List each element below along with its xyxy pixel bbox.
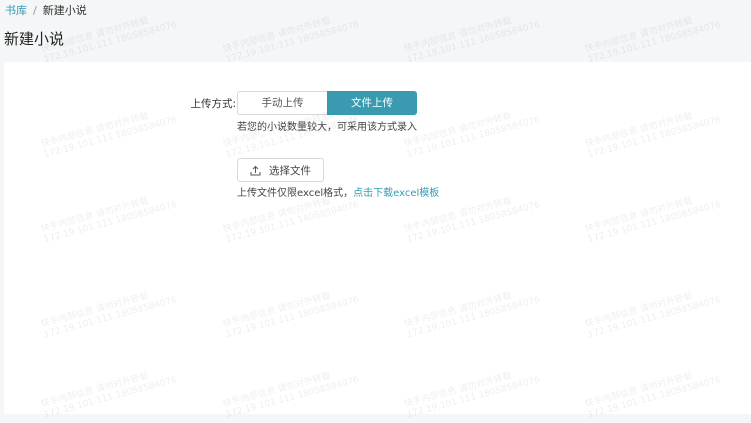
upload-icon bbox=[250, 165, 261, 176]
page-header: 书库 / 新建小说 新建小说 bbox=[0, 0, 751, 62]
main-content: 上传方式: 手动上传 文件上传 若您的小说数量较大，可采用该方式录入 选择文件 … bbox=[4, 62, 751, 414]
page-title: 新建小说 bbox=[4, 30, 65, 48]
file-format-hint-text: 上传文件仅限excel格式， bbox=[237, 188, 354, 199]
upload-hint: 若您的小说数量较大，可采用该方式录入 bbox=[237, 122, 417, 133]
upload-method-toggle: 手动上传 文件上传 bbox=[237, 91, 417, 115]
page: 书库 / 新建小说 新建小说 上传方式: 手动上传 文件上传 若您的小说数量较大，可… bbox=[0, 0, 751, 423]
choose-file-label: 选择文件 bbox=[269, 164, 311, 177]
breadcrumb-library-link[interactable]: 书库 bbox=[5, 4, 27, 17]
file-upload-button[interactable]: 文件上传 bbox=[327, 91, 417, 115]
breadcrumb-separator: / bbox=[33, 4, 37, 17]
download-template-link[interactable]: 点击下载excel模板 bbox=[353, 188, 439, 199]
breadcrumb-current: 新建小说 bbox=[42, 4, 87, 17]
choose-file-button[interactable]: 选择文件 bbox=[237, 158, 324, 182]
upload-method-label: 上传方式: bbox=[190, 98, 236, 110]
manual-upload-button[interactable]: 手动上传 bbox=[237, 91, 327, 115]
file-format-hint: 上传文件仅限excel格式，点击下载excel模板 bbox=[237, 187, 439, 201]
breadcrumb: 书库 / 新建小说 bbox=[5, 4, 87, 18]
